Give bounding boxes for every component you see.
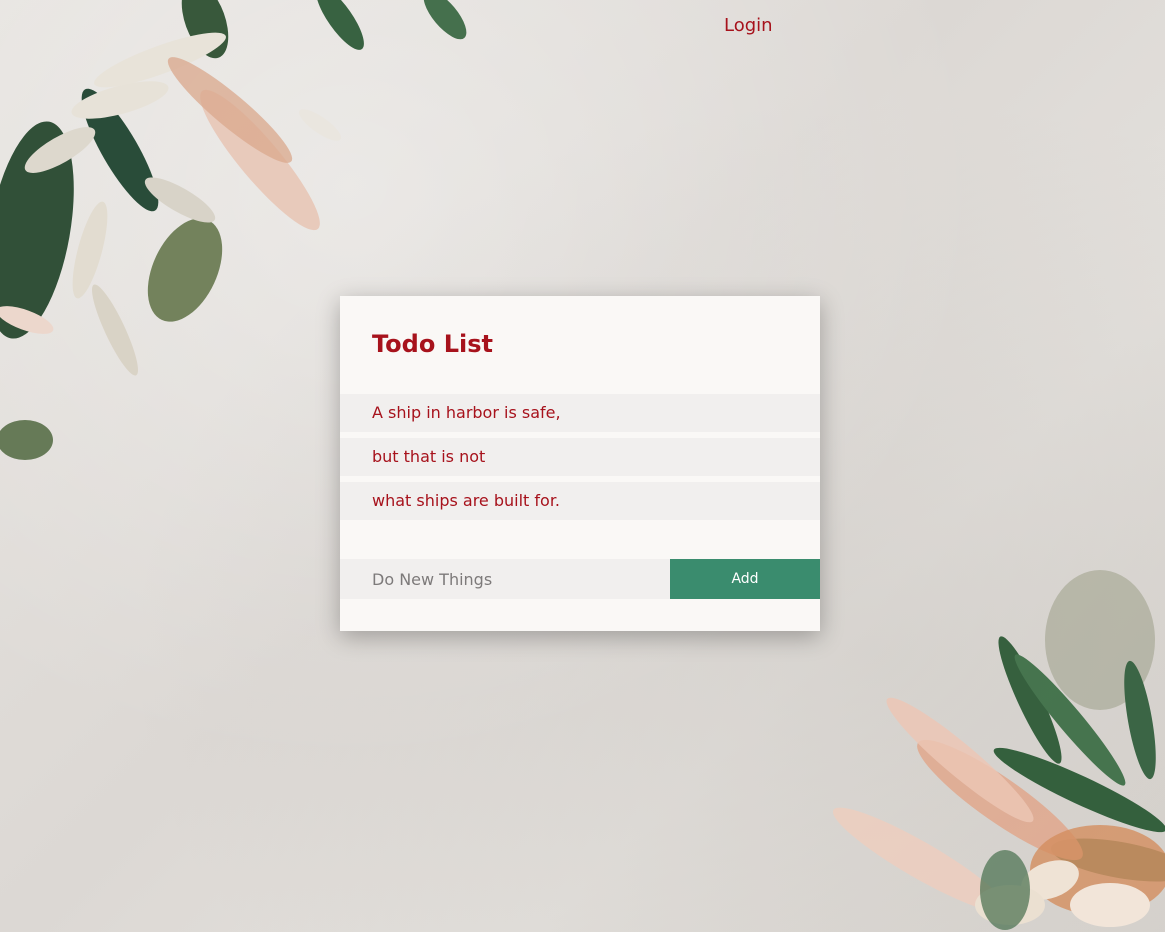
new-item-input[interactable] [340,559,670,599]
todo-item[interactable]: but that is not [340,438,820,476]
login-link[interactable]: Login [724,15,773,36]
todo-list: A ship in harbor is safe, but that is no… [340,394,820,526]
todo-card: Todo List A ship in harbor is safe, but … [340,296,820,631]
add-item-form: Add [340,559,820,599]
todo-item[interactable]: A ship in harbor is safe, [340,394,820,432]
add-button[interactable]: Add [670,559,820,599]
todo-list-title: Todo List [372,330,493,358]
todo-item[interactable]: what ships are built for. [340,482,820,520]
